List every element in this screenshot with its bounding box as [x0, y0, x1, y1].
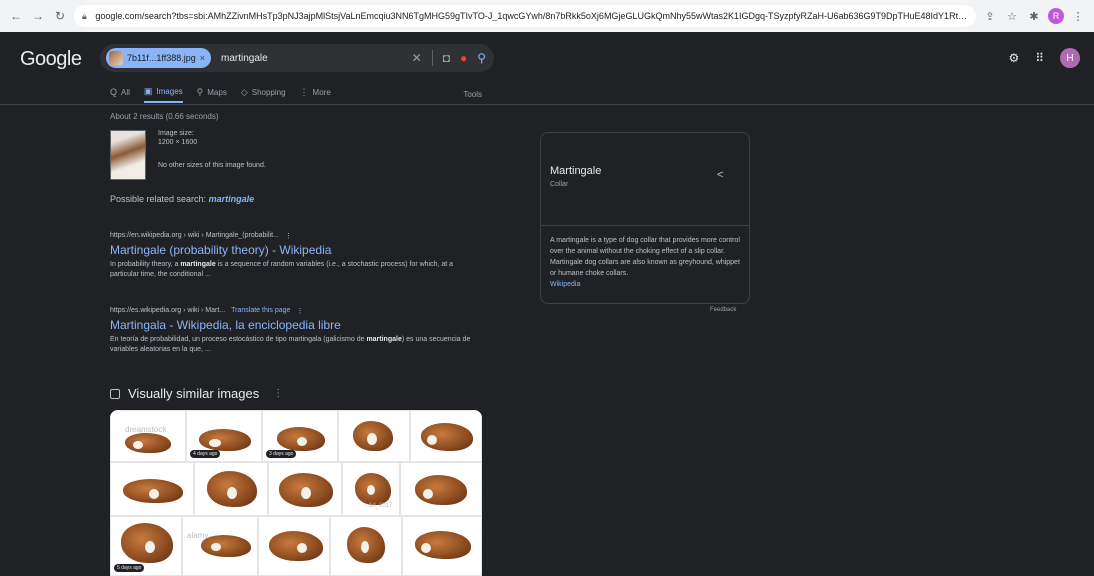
tools-button[interactable]: Tools — [463, 90, 482, 99]
apps-grid-icon[interactable]: ⠿ — [1035, 51, 1044, 65]
back-arrow-icon[interactable]: ← — [8, 8, 24, 24]
similar-image[interactable] — [402, 516, 482, 576]
similar-image[interactable] — [410, 410, 482, 462]
tab-all[interactable]: Q All — [110, 87, 130, 101]
search-input[interactable]: martingale — [221, 53, 412, 64]
date-badge: 3 days ago — [266, 450, 297, 458]
query-image-thumbnail — [109, 51, 123, 65]
related-prefix: Possible related search: — [110, 194, 207, 204]
chip-close-icon[interactable]: × — [200, 53, 205, 63]
google-logo[interactable]: Google — [20, 48, 82, 71]
results-count: About 2 results (0.66 seconds) — [110, 112, 219, 121]
camera-icon[interactable]: ◘ — [443, 51, 450, 65]
tabs-divider — [0, 104, 1094, 105]
result-title-link[interactable]: Martingala - Wikipedia, la enciclopedia … — [110, 318, 482, 332]
more-vertical-icon: ⋮ — [299, 86, 309, 97]
watermark-text: 1d_2017 — [369, 503, 393, 509]
tab-label: All — [121, 87, 130, 97]
similar-images-title: Visually similar images — [128, 386, 260, 401]
similar-images-grid: dreamstock 4 days ago 3 days ago 1d_2017… — [110, 410, 482, 576]
kp-source-link[interactable]: Wikipedia — [550, 281, 580, 288]
translate-link[interactable]: Translate this page — [231, 307, 290, 315]
result-title-link[interactable]: Martingale (probability theory) - Wikipe… — [110, 243, 482, 257]
related-search: Possible related search: martingale — [110, 194, 254, 204]
kp-description: A martingale is a type of dog collar tha… — [550, 237, 740, 288]
similar-image[interactable] — [400, 462, 482, 516]
share-icon[interactable]: < — [717, 169, 723, 181]
image-info: Image size: 1200 × 1600 No other sizes o… — [110, 130, 266, 180]
similar-image[interactable]: dreamstock — [110, 410, 186, 462]
tab-shopping[interactable]: ◇ Shopping — [241, 87, 286, 102]
result-menu-icon[interactable]: ⋮ — [296, 307, 303, 315]
microphone-icon[interactable]: ● — [460, 51, 467, 65]
share-icon[interactable]: ⇪ — [982, 8, 998, 24]
chip-filename: 7b11f...1ff388.jpg — [127, 53, 196, 63]
avatar[interactable]: H — [1060, 48, 1080, 68]
extensions-puzzle-icon[interactable]: ✱ — [1026, 8, 1042, 24]
no-other-sizes: No other sizes of this image found. — [158, 162, 266, 169]
result-snippet: In probability theory, a martingale is a… — [110, 261, 454, 278]
date-badge: 5 days ago — [114, 564, 145, 572]
more-vertical-icon[interactable]: ⋮ — [273, 388, 283, 399]
image-size-label: Image size: — [158, 130, 194, 137]
kp-subtitle: Collar — [550, 181, 569, 188]
image-icon: ▣ — [143, 85, 153, 96]
bookmark-star-icon[interactable]: ☆ — [1004, 8, 1020, 24]
search-icon: Q — [110, 87, 118, 97]
result-snippet: En teoría de probabilidad, un proceso es… — [110, 336, 471, 353]
search-icon[interactable]: ⚲ — [477, 51, 486, 65]
kp-title: Martingale — [550, 165, 602, 177]
result-url[interactable]: https://en.wikipedia.org › wiki › Martin… — [110, 232, 279, 240]
similar-image[interactable]: 4 days ago — [186, 410, 262, 462]
knowledge-panel: Martingale Collar < A martingale is a ty… — [540, 132, 750, 304]
reload-icon[interactable]: ↻ — [52, 8, 68, 24]
similar-images-header: Visually similar images ⋮ — [110, 386, 283, 401]
similar-image[interactable] — [194, 462, 268, 516]
related-search-link[interactable]: martingale — [209, 194, 255, 204]
lock-icon: 🔒︎ — [82, 11, 87, 21]
tag-icon: ◇ — [240, 86, 248, 97]
similar-image[interactable]: 5 days ago — [110, 516, 182, 576]
search-result: https://en.wikipedia.org › wiki › Martin… — [110, 232, 482, 280]
browser-toolbar: ← → ↻ 🔒︎ google.com/search?tbs=sbi:AMhZZ… — [0, 0, 1094, 32]
tab-label: Shopping — [251, 87, 286, 97]
result-url[interactable]: https://es.wikipedia.org › wiki › Mart..… — [110, 307, 225, 315]
settings-gear-icon[interactable]: ⚙ — [1008, 51, 1019, 65]
kp-divider — [541, 225, 749, 226]
query-image[interactable] — [110, 130, 146, 180]
forward-arrow-icon[interactable]: → — [30, 8, 46, 24]
image-size-value: 1200 × 1600 — [158, 139, 198, 146]
tab-more[interactable]: ⋮ More — [300, 87, 331, 102]
similar-image[interactable]: 1d_2017 — [342, 462, 400, 516]
tab-label: Images — [156, 86, 183, 96]
similar-image[interactable]: 3 days ago — [262, 410, 338, 462]
tab-label: Maps — [207, 87, 227, 97]
browser-menu-icon[interactable]: ⋮ — [1070, 8, 1086, 24]
result-menu-icon[interactable]: ⋮ — [285, 232, 292, 240]
search-result: https://es.wikipedia.org › wiki › Mart..… — [110, 307, 482, 355]
search-divider — [431, 50, 433, 66]
clear-icon[interactable]: ✕ — [412, 51, 422, 65]
tab-label: More — [312, 87, 331, 97]
similar-image[interactable]: alamy — [182, 516, 258, 576]
map-pin-icon: ⚲ — [196, 86, 204, 97]
search-box[interactable]: 7b11f...1ff388.jpg × martingale ✕ ◘ ● ⚲ — [100, 44, 494, 72]
similar-image[interactable] — [258, 516, 330, 576]
date-badge: 4 days ago — [190, 450, 221, 458]
browser-profile-avatar[interactable]: R — [1048, 8, 1064, 24]
url-text: google.com/search?tbs=sbi:AMhZZivnMHsTp3… — [95, 11, 968, 21]
address-bar[interactable]: 🔒︎ google.com/search?tbs=sbi:AMhZZivnMHs… — [74, 5, 976, 27]
similar-image[interactable] — [338, 410, 410, 462]
tab-images[interactable]: ▣ Images — [143, 85, 183, 103]
similar-image[interactable] — [330, 516, 402, 576]
google-header: Google 7b11f...1ff388.jpg × martingale ✕… — [0, 32, 1094, 88]
image-icon — [110, 388, 120, 399]
similar-image[interactable] — [110, 462, 194, 516]
similar-image[interactable] — [268, 462, 342, 516]
search-tabs: Q All ▣ Images ⚲ Maps ◇ Shopping ⋮ More … — [110, 84, 482, 104]
image-query-chip[interactable]: 7b11f...1ff388.jpg × — [106, 48, 211, 68]
tab-maps[interactable]: ⚲ Maps — [197, 87, 227, 102]
feedback-link[interactable]: Feedback — [710, 307, 736, 313]
